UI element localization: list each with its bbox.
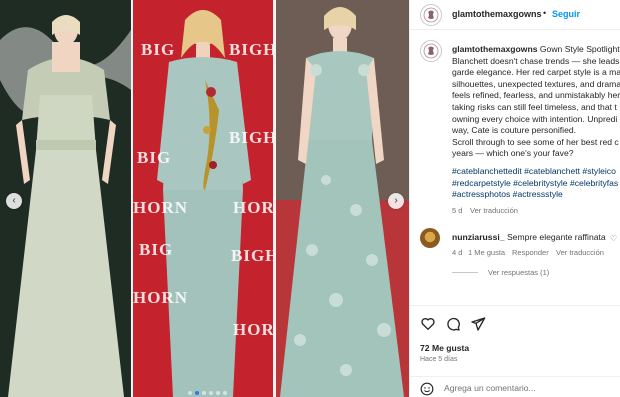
hashtag-line[interactable]: #cateblanchettedit #cateblanchett #style… <box>452 166 620 178</box>
hashtag-line[interactable]: #redcarpetstyle #celebritystyle #celebri… <box>452 178 620 190</box>
backdrop-text: BIG <box>139 240 174 259</box>
caption-line: Gown Style Spotlight: <box>539 44 620 54</box>
carousel-dot <box>223 391 227 395</box>
follow-button[interactable]: Seguir <box>552 9 580 19</box>
avatar[interactable] <box>420 4 442 26</box>
carousel-dot <box>209 391 213 395</box>
replies-divider <box>452 272 478 273</box>
post-panel: glamtothemaxgowns • Seguir glamtothemaxg… <box>409 0 620 397</box>
backdrop-text: HORN <box>133 288 188 307</box>
add-comment-bar <box>410 376 620 397</box>
photo-2: BIG BIG HORN BIG HORN BIGH BIGH HORN BIG… <box>133 0 273 397</box>
caption-line: taking risks can still feel timeless, an… <box>452 101 617 112</box>
caption-time: 5 d <box>452 206 463 215</box>
hashtag-line[interactable]: #actressphotos #actressstyle <box>452 189 620 201</box>
post-caption: glamtothemaxgowns Gown Style Spotlight: … <box>452 44 620 201</box>
caption-translate-link[interactable]: Ver traducción <box>470 206 518 215</box>
caption-line: years — which one's your fave? <box>452 148 574 159</box>
backdrop-text: HORN <box>233 198 273 217</box>
backdrop-text: BIG <box>137 148 172 167</box>
comment-likes[interactable]: 1 Me gusta <box>468 248 505 257</box>
post-age: Hace 5 días <box>420 356 458 363</box>
carousel-next-button[interactable]: › <box>388 193 404 209</box>
comment-time: 4 d <box>452 248 463 257</box>
carousel-dots <box>188 391 227 395</box>
comment-like-icon[interactable]: ♡ <box>610 234 617 243</box>
caption-line: Blanchett doesn't chase trends — she lea… <box>452 55 620 66</box>
caption-line: garde elegance. Her red carpet style is … <box>452 67 620 78</box>
carousel-dot-active <box>195 391 199 395</box>
post-header: glamtothemaxgowns • Seguir <box>410 0 620 30</box>
carousel-dot <box>188 391 192 395</box>
comment-username[interactable]: nunziarussi_ <box>452 232 505 242</box>
likes-count[interactable]: 72 Me gusta <box>420 343 469 353</box>
commenter-avatar[interactable] <box>420 228 440 248</box>
comment-icon[interactable] <box>445 316 461 332</box>
comment-translate-link[interactable]: Ver traducción <box>556 248 604 257</box>
caption-username[interactable]: glamtothemaxgowns <box>452 44 537 54</box>
caption-line: feels refined, fearless, and unmistakabl… <box>452 90 620 101</box>
profile-logo-icon <box>423 43 439 59</box>
backdrop-text: BIG <box>141 40 176 59</box>
action-bar: 72 Me gusta Hace 5 días <box>410 305 620 375</box>
backdrop-text: HORN <box>233 320 273 339</box>
view-replies-link[interactable]: Ver respuestas (1) <box>488 268 549 277</box>
emoji-icon[interactable] <box>420 382 434 396</box>
profile-logo-icon <box>423 7 439 23</box>
backdrop-text: BIGH <box>229 128 273 147</box>
caption-line: way, Cate is couture personified. <box>452 125 577 136</box>
comment-text: nunziarussi_ Sempre elegante raffinata <box>452 232 606 242</box>
separator-dot: • <box>543 8 547 18</box>
comment-body: Sempre elegante raffinata <box>506 232 606 242</box>
carousel-dot <box>216 391 220 395</box>
heart-icon[interactable] <box>420 316 436 332</box>
caption-line: Scroll through to see some of her best r… <box>452 136 619 147</box>
backdrop-text: HORN <box>133 198 188 217</box>
carousel-prev-button[interactable]: ‹ <box>6 193 22 209</box>
carousel-dot <box>202 391 206 395</box>
comment-input[interactable] <box>444 381 614 395</box>
backdrop-text: BIGH <box>231 246 273 265</box>
comment-reply-link[interactable]: Responder <box>512 248 549 257</box>
caption-line: silhouettes, unexpected textures, and dr… <box>452 78 620 89</box>
post-media[interactable]: BIG BIG HORN BIG HORN BIGH BIGH HORN BIG… <box>0 0 409 397</box>
caption-line: owning every choice with intention. Unpr… <box>452 113 618 124</box>
post-author-username[interactable]: glamtothemaxgowns <box>452 9 542 19</box>
backdrop-text: BIGH <box>229 40 273 59</box>
share-icon[interactable] <box>470 316 486 332</box>
caption-avatar[interactable] <box>420 40 442 62</box>
